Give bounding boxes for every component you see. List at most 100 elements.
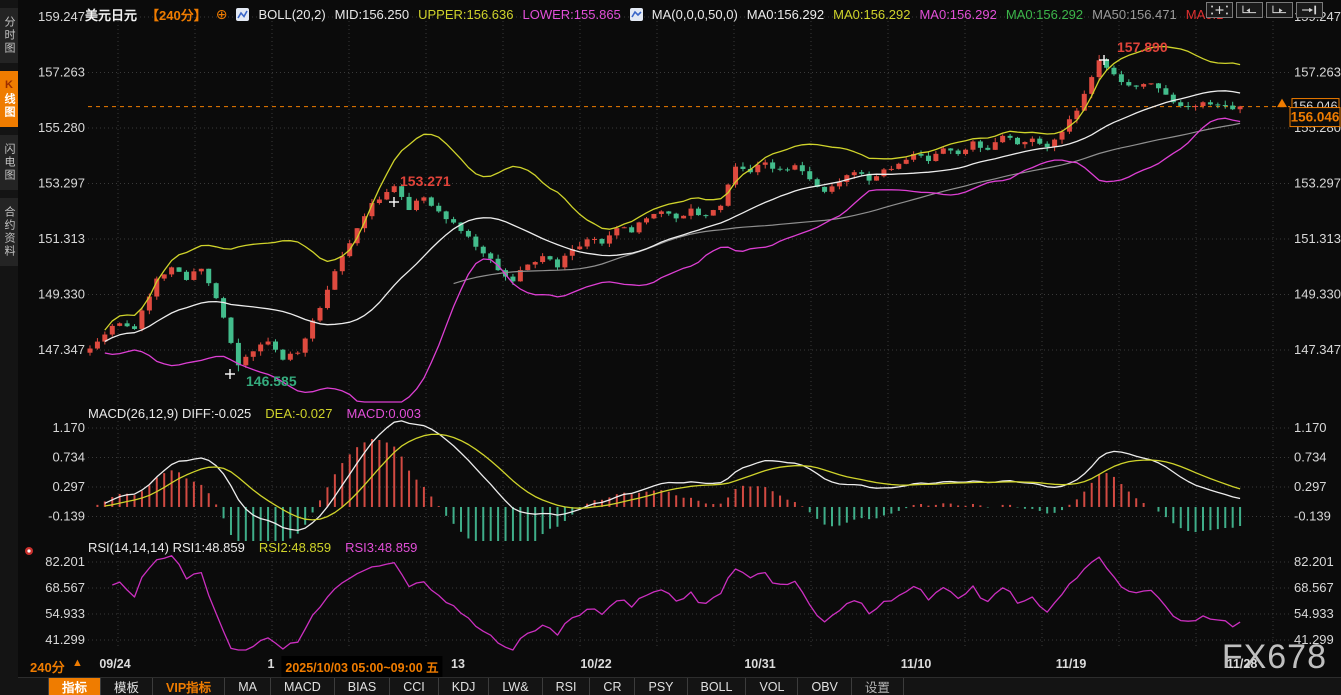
sidebar-tab-合约资料[interactable]: 合约资料 bbox=[0, 198, 18, 266]
price-annotation: 157.890 bbox=[1099, 39, 1168, 65]
chart-type-sidebar: 分时图 K线图闪电图合约资料 bbox=[0, 0, 18, 695]
shift-right-icon[interactable] bbox=[1296, 2, 1323, 18]
ma-value: MA0:156.292 bbox=[1006, 7, 1083, 22]
toolbar-item-RSI[interactable]: RSI bbox=[542, 678, 590, 695]
axis-tick-label: 146.585 bbox=[246, 373, 297, 389]
axis-tick-label: 151.313 bbox=[1294, 231, 1341, 246]
axis-tick-label: 149.330 bbox=[1294, 287, 1341, 302]
axis-tick-label: 68.567 bbox=[45, 580, 85, 595]
macd-dea-value: DEA:-0.027 bbox=[265, 406, 332, 421]
toolbar-item-LW&[interactable]: LW& bbox=[488, 678, 541, 695]
axis-tick-label: 151.313 bbox=[38, 231, 85, 246]
sidebar-tab-分时图[interactable]: 分时图 bbox=[0, 8, 18, 63]
crosshair-icon[interactable]: ⊕ bbox=[216, 6, 228, 23]
boll-mid-value: MID:156.250 bbox=[335, 7, 409, 22]
ma50-line bbox=[454, 123, 1241, 283]
period-label[interactable]: 【240分】 bbox=[146, 5, 207, 24]
time-tick: 2025/10/03 05:00~09:00 五 bbox=[281, 656, 442, 677]
toolbar-item-VIP指标[interactable]: VIP指标 bbox=[152, 678, 224, 695]
boll-lower-value: LOWER:155.865 bbox=[523, 7, 621, 22]
time-tick: 13 bbox=[451, 657, 465, 671]
ma-indicator-icon[interactable] bbox=[630, 8, 643, 21]
axis-tick-label: 82.201 bbox=[45, 554, 85, 569]
axis-tick-label: 41.299 bbox=[45, 632, 85, 647]
axis-tick-label: -0.139 bbox=[1294, 509, 1331, 524]
chart-window-buttons bbox=[1206, 2, 1323, 18]
axis-tick-label: 0.297 bbox=[52, 479, 85, 494]
macd-name: MACD(26,12,9) DIFF:-0.025 bbox=[88, 406, 251, 421]
toolbar-item-BIAS[interactable]: BIAS bbox=[334, 678, 390, 695]
ma-value: MA0:156.292 bbox=[833, 7, 910, 22]
boll-name: BOLL(20,2) bbox=[258, 7, 325, 22]
boll-upper-line bbox=[105, 47, 1240, 331]
time-tick: 11/10 bbox=[901, 657, 932, 671]
toolbar-item-模板[interactable]: 模板 bbox=[100, 678, 152, 695]
sidebar-tab-K线图[interactable]: K线图 bbox=[0, 71, 18, 127]
axis-tick-label: 149.330 bbox=[38, 287, 85, 302]
axis-tick-label: 0.297 bbox=[1294, 479, 1327, 494]
axis-tick-label: 147.347 bbox=[1294, 342, 1341, 357]
axis-tick-label: -0.139 bbox=[48, 509, 85, 524]
rsi-panel-label: RSI(14,14,14) RSI1:48.859 RSI2:48.859 RS… bbox=[88, 540, 417, 555]
rsi-line bbox=[112, 556, 1240, 650]
axis-tick-label: 0.734 bbox=[1294, 450, 1327, 465]
axis-tick-label: 1.170 bbox=[52, 420, 85, 435]
time-tick: 09/24 bbox=[99, 657, 130, 671]
chart-canvas[interactable]: 159.247159.247157.263157.263155.280155.2… bbox=[0, 0, 1341, 655]
time-axis: 240分 ▲ 09/24 1 2025/10/03 05:00~09:00 五 13 1… bbox=[0, 652, 1341, 677]
ma-value: MA0:156.292 bbox=[747, 7, 824, 22]
toolbar-item-MACD[interactable]: MACD bbox=[270, 678, 334, 695]
period-dropdown-icon[interactable]: ▲ bbox=[72, 657, 83, 669]
sidebar-tab-闪电图[interactable]: 闪电图 bbox=[0, 135, 18, 190]
rsi-name: RSI(14,14,14) RSI1:48.859 bbox=[88, 540, 245, 555]
axis-tick-label: 82.201 bbox=[1294, 554, 1334, 569]
toolbar-item-KDJ[interactable]: KDJ bbox=[438, 678, 489, 695]
axis-tick-label: 147.347 bbox=[38, 342, 85, 357]
toolbar-item-CCI[interactable]: CCI bbox=[389, 678, 438, 695]
rsi2-value: RSI2:48.859 bbox=[259, 540, 331, 555]
toolbar-item-VOL[interactable]: VOL bbox=[745, 678, 797, 695]
compress-x-icon[interactable] bbox=[1236, 2, 1263, 18]
rsi-marker-icon bbox=[25, 547, 33, 555]
toolbar-item-MA[interactable]: MA bbox=[224, 678, 270, 695]
time-tick: 10/22 bbox=[580, 657, 611, 671]
trading-terminal: 分时图K线图闪电图合约资料 159.247159.247157.263157.2… bbox=[0, 0, 1341, 695]
axis-tick-label: 1.170 bbox=[1294, 420, 1327, 435]
ma-value: MA0:156.292 bbox=[919, 7, 996, 22]
axis-tick-label: 156.046 bbox=[1291, 110, 1340, 125]
last-price-tag: 156.046156.046 bbox=[1290, 99, 1340, 127]
axis-tick-label: 0.734 bbox=[52, 450, 85, 465]
rsi3-value: RSI3:48.859 bbox=[345, 540, 417, 555]
ma-values: MA0:156.292 MA0:156.292 MA0:156.292 MA0:156… bbox=[747, 7, 1224, 22]
toolbar-item-指标[interactable]: 指标 bbox=[48, 678, 100, 695]
axis-tick-label: 68.567 bbox=[1294, 580, 1334, 595]
ma-name: MA(0,0,0,50,0) bbox=[652, 7, 738, 22]
watermark: FX678 bbox=[1222, 638, 1327, 677]
axis-tick-label: 54.933 bbox=[45, 606, 85, 621]
axis-tick-label: 54.933 bbox=[1294, 606, 1334, 621]
toolbar-item-PSY[interactable]: PSY bbox=[634, 678, 686, 695]
time-tick: 11/19 bbox=[1056, 657, 1087, 671]
toolbar-item-BOLL[interactable]: BOLL bbox=[687, 678, 746, 695]
time-tick: 10/31 bbox=[744, 657, 775, 671]
candles-layer bbox=[88, 55, 1243, 371]
macd-macd-value: MACD:0.003 bbox=[347, 406, 421, 421]
macd-panel-label: MACD(26,12,9) DIFF:-0.025 DEA:-0.027 MAC… bbox=[88, 406, 421, 421]
expand-x-icon[interactable] bbox=[1266, 2, 1293, 18]
axis-tick-label: 157.263 bbox=[1294, 65, 1341, 80]
axis-tick-label: 153.271 bbox=[400, 173, 451, 189]
toolbar-item-CR[interactable]: CR bbox=[589, 678, 634, 695]
axis-tick-label: 157.890 bbox=[1117, 39, 1168, 55]
axis-tick-label: 159.247 bbox=[38, 9, 85, 24]
period-selector[interactable]: 240分 bbox=[30, 657, 65, 676]
boll-lower-line bbox=[105, 118, 1240, 402]
toolbar-item-OBV[interactable]: OBV bbox=[797, 678, 850, 695]
boll-indicator-icon[interactable] bbox=[236, 8, 249, 21]
pan-icon[interactable] bbox=[1206, 2, 1233, 18]
toolbar-item-设置[interactable]: 设置 bbox=[851, 678, 904, 695]
axis-tick-label: 153.297 bbox=[38, 176, 85, 191]
ma-value: MA50:156.471 bbox=[1092, 7, 1177, 22]
time-tick: 1 bbox=[268, 657, 275, 671]
indicator-header: 美元日元 【240分】 ⊕ BOLL(20,2) MID:156.250 UPP… bbox=[85, 5, 1223, 23]
price-annotation: 153.271 bbox=[389, 173, 451, 207]
